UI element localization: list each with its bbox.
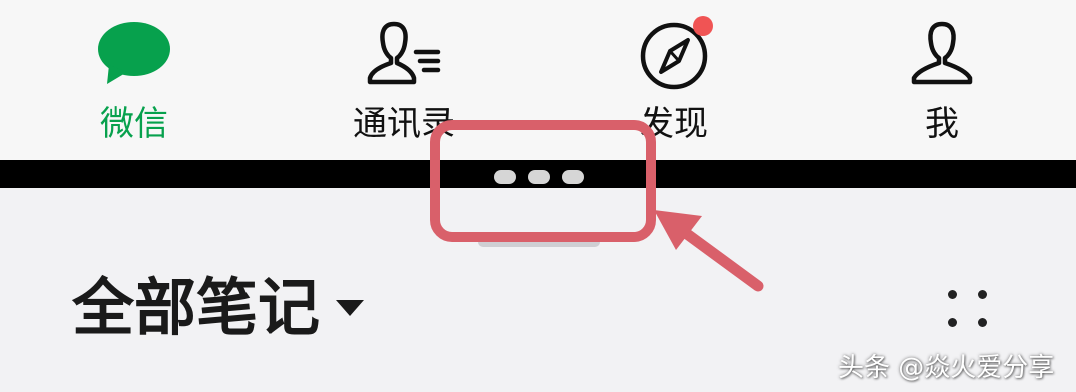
- caret-down-icon: [336, 300, 365, 316]
- compass-icon: [634, 16, 714, 90]
- grid-view-toggle[interactable]: [944, 286, 994, 332]
- person-icon: [902, 18, 982, 90]
- page-title: 全部笔记: [72, 271, 321, 344]
- tab-label: 微信: [100, 104, 168, 144]
- annotation-arrow-icon: [654, 210, 764, 292]
- contacts-icon: [364, 18, 444, 90]
- chat-bubble-icon: [94, 18, 174, 90]
- tab-chats[interactable]: 微信: [54, 18, 214, 153]
- grid-dots-icon: [948, 290, 957, 299]
- grid-dots-icon: [978, 290, 987, 299]
- annotation-highlight-box: [430, 120, 656, 242]
- grid-dots-icon: [948, 318, 957, 327]
- tab-me[interactable]: 我: [862, 18, 1022, 153]
- screen: 微信 通讯录 发现 我 全部笔记 头条 @焱火爱分享: [0, 0, 1076, 392]
- notes-filter-dropdown[interactable]: 全部笔记: [72, 270, 365, 346]
- notification-dot-badge: [693, 16, 713, 36]
- watermark: 头条 @焱火爱分享: [838, 353, 1055, 383]
- tab-label: 我: [925, 104, 959, 144]
- grid-dots-icon: [978, 318, 987, 327]
